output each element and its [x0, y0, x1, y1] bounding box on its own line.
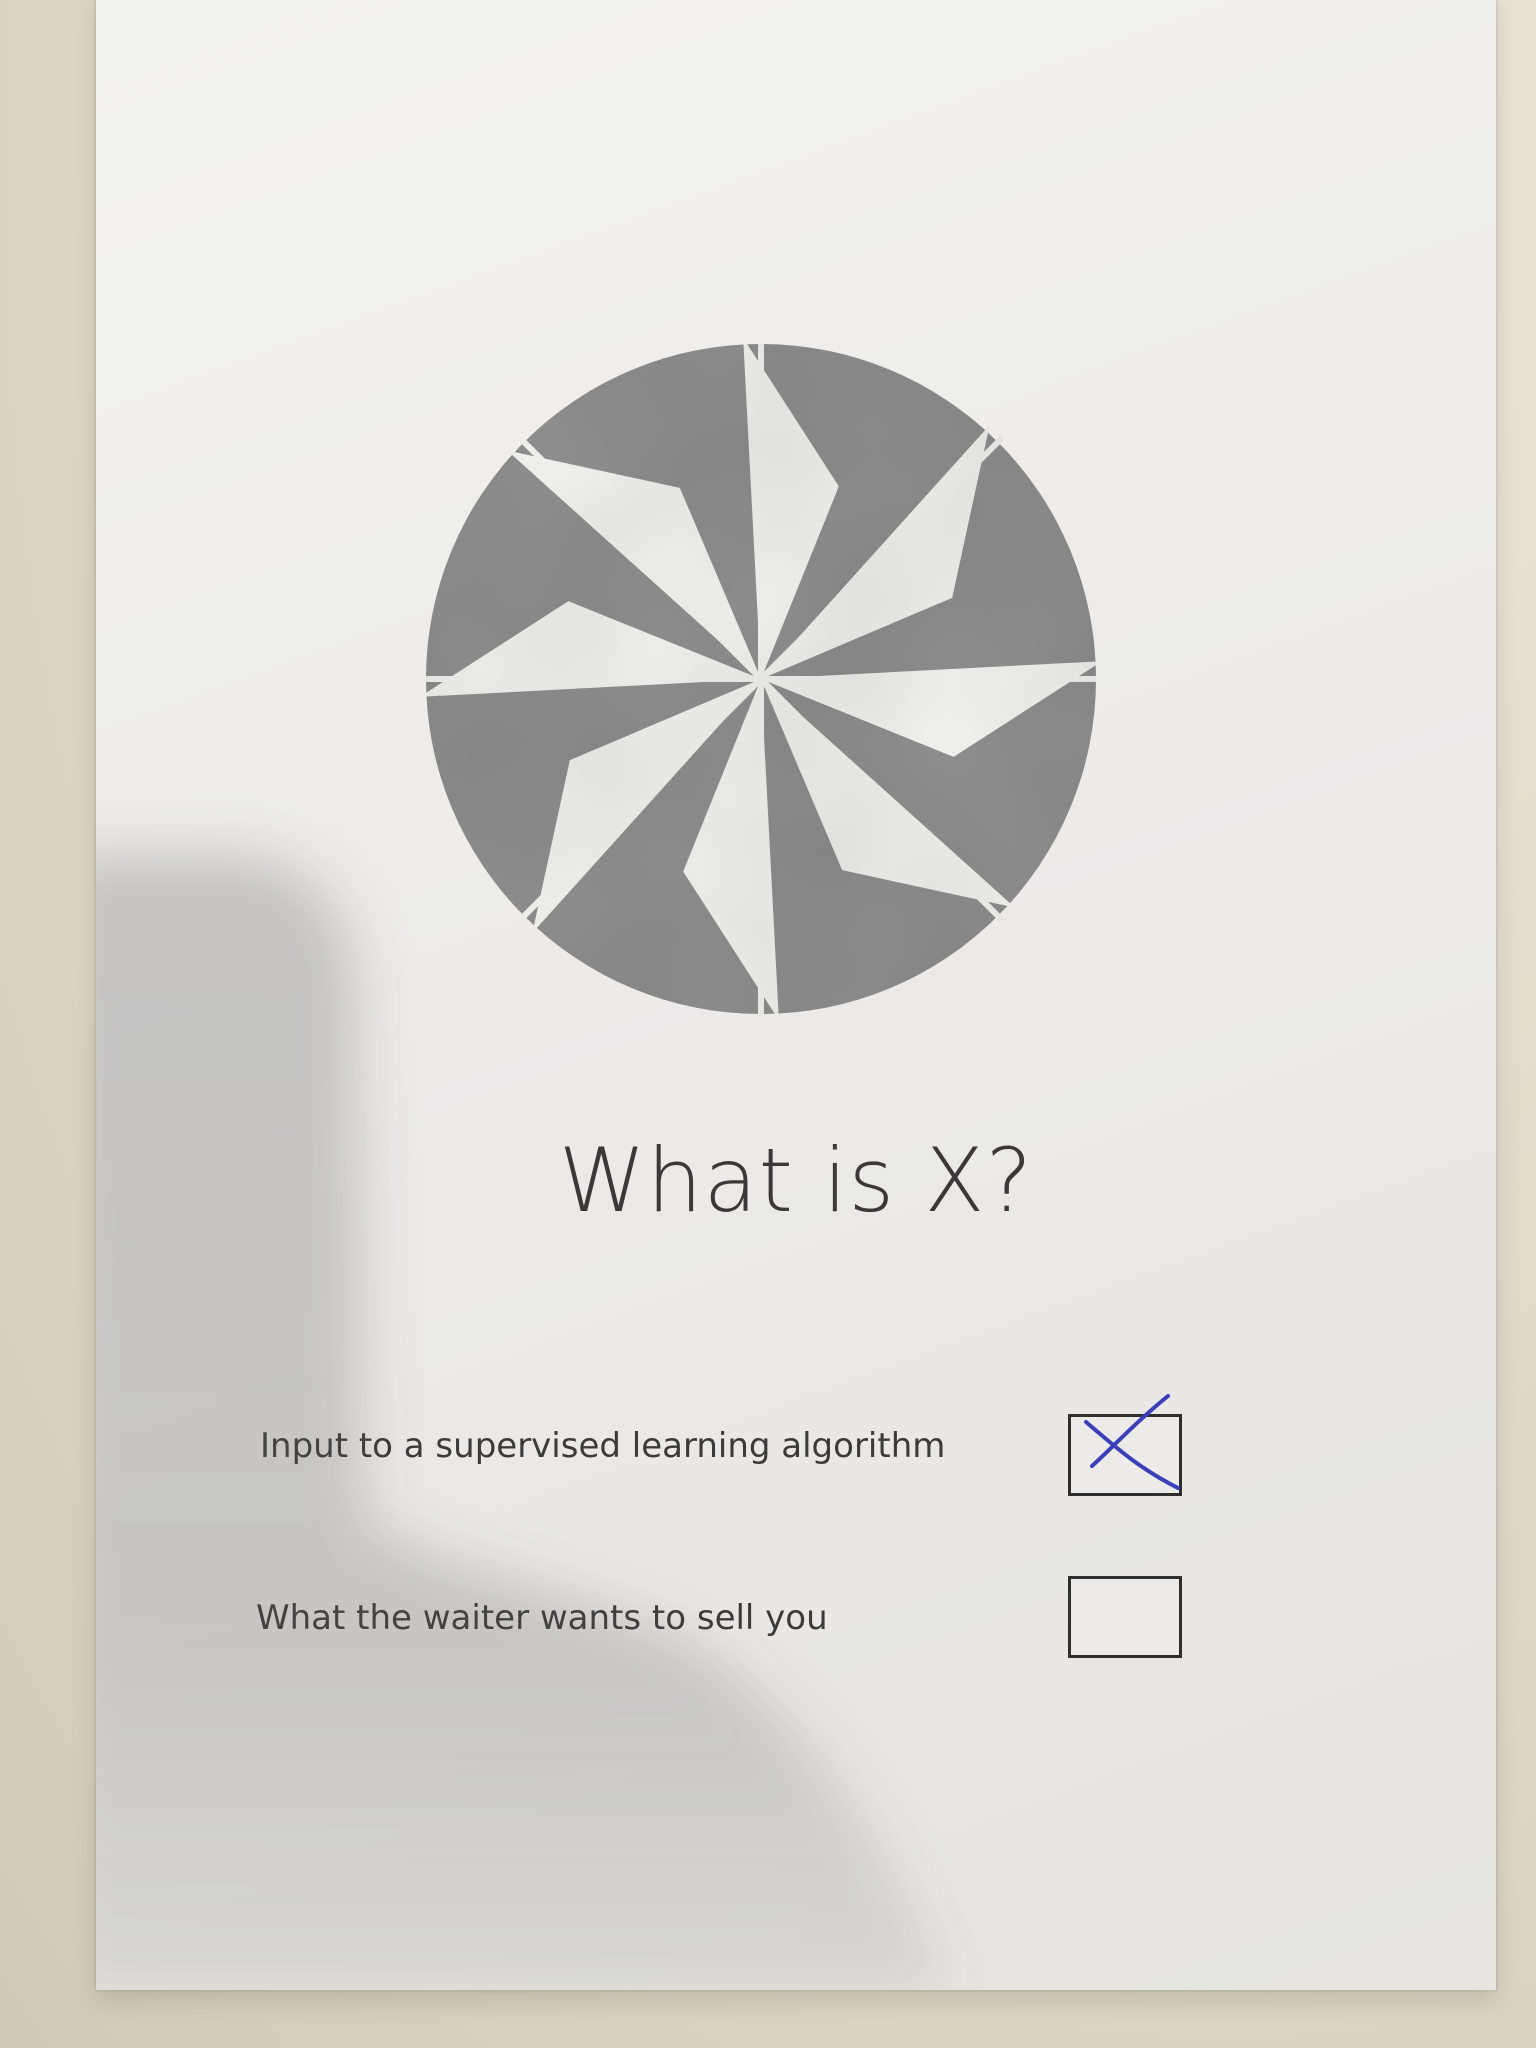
- option-label-waiter: What the waiter wants to sell you: [256, 1598, 828, 1638]
- x-mark-icon: [1084, 1394, 1180, 1490]
- option-label-supervised-learning: Input to a supervised learning algorithm: [260, 1426, 946, 1466]
- pinwheel-logo-icon: [426, 344, 1096, 1014]
- checkbox-waiter[interactable]: [1068, 1576, 1182, 1658]
- page-title: What is X?: [558, 1129, 1034, 1232]
- paper-sheet: What is X? Input to a supervised learnin…: [96, 0, 1496, 1990]
